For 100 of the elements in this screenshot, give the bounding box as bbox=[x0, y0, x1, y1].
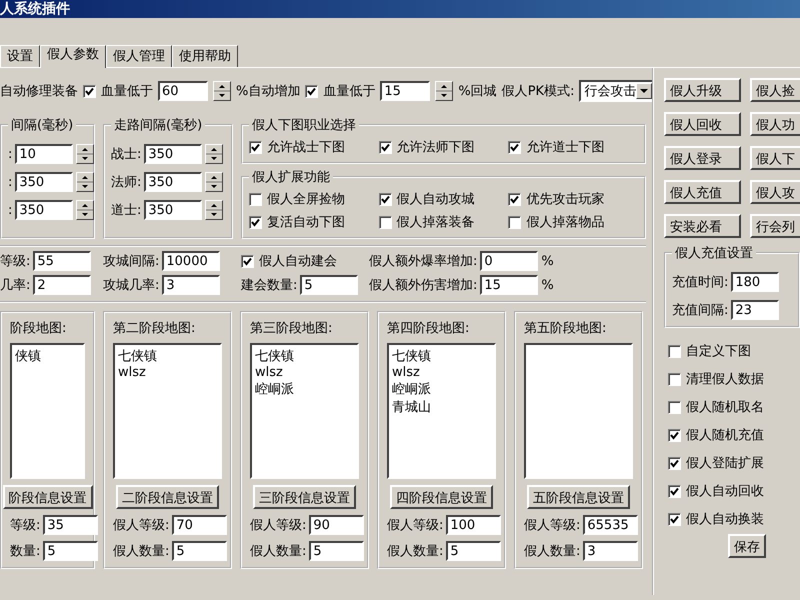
text-field[interactable]: 180 bbox=[731, 272, 780, 292]
checkbox[interactable]: 优先攻击玩家 bbox=[508, 190, 638, 208]
checkbox[interactable]: 假人自动换装 bbox=[668, 510, 800, 528]
dropdown[interactable]: 行会攻击 bbox=[579, 80, 654, 102]
spin-button[interactable] bbox=[205, 144, 224, 164]
text-field[interactable]: 55 bbox=[33, 251, 92, 271]
text-field[interactable]: 3 bbox=[583, 541, 638, 561]
text-field[interactable]: 70 bbox=[172, 515, 228, 535]
spin-button[interactable] bbox=[205, 200, 224, 220]
list-item[interactable]: 七侠镇 bbox=[118, 347, 217, 365]
tab[interactable]: 假人参数 bbox=[40, 45, 106, 68]
checkbox[interactable]: 假人掉落物品 bbox=[508, 213, 638, 231]
action-button[interactable]: 假人攻 bbox=[750, 180, 800, 204]
text-field[interactable]: 35 bbox=[43, 515, 98, 535]
text-field[interactable]: 15 bbox=[380, 81, 430, 101]
list-item[interactable]: 青城山 bbox=[392, 398, 491, 416]
spin-button[interactable] bbox=[76, 144, 94, 164]
field-label: 建会数量: bbox=[241, 277, 298, 294]
map-list[interactable]: 七侠镇 wlsz 崆峒派 青城山 bbox=[387, 343, 496, 479]
text-field[interactable]: 2 bbox=[33, 275, 92, 295]
text-field[interactable]: 65535 bbox=[583, 515, 638, 535]
list-item[interactable]: 七侠镇 bbox=[255, 347, 354, 365]
field-label: 假人等级: bbox=[113, 517, 170, 534]
checkbox[interactable]: 假人自动攻城 bbox=[378, 190, 508, 208]
checkbox[interactable]: 清理假人数据 bbox=[668, 370, 800, 388]
checkbox[interactable]: 自定义下图 bbox=[668, 342, 800, 360]
map-list[interactable]: 七侠镇 wlsz bbox=[113, 343, 222, 479]
text-field[interactable]: 100 bbox=[446, 515, 502, 535]
checkbox[interactable]: 假人掉落装备 bbox=[378, 213, 508, 231]
field-label: 假人等级: bbox=[250, 517, 306, 534]
text-field[interactable]: 10 bbox=[15, 144, 74, 164]
action-button[interactable]: 假人登录 bbox=[664, 146, 741, 170]
spin-button[interactable] bbox=[205, 172, 224, 192]
text-field[interactable]: 5 bbox=[172, 541, 228, 561]
text-field[interactable]: 350 bbox=[15, 200, 74, 220]
checkbox[interactable]: 假人全屏捡物 bbox=[249, 190, 379, 208]
checkbox[interactable]: 允许道士下图 bbox=[508, 138, 638, 156]
text-field[interactable]: 23 bbox=[731, 300, 780, 320]
spin-button[interactable] bbox=[213, 81, 231, 101]
settings-button[interactable]: 三阶段信息设置 bbox=[253, 485, 356, 509]
settings-button[interactable]: 四阶段信息设置 bbox=[390, 485, 493, 509]
save-button[interactable]: 保存 bbox=[728, 534, 766, 558]
action-button[interactable]: 行会列 bbox=[750, 214, 800, 238]
checkbox[interactable]: 允许战士下图 bbox=[249, 138, 379, 156]
text-field[interactable]: 90 bbox=[309, 515, 364, 535]
field-label: 假人数量: bbox=[524, 543, 580, 560]
text-field[interactable]: 0 bbox=[480, 251, 538, 271]
list-item[interactable]: wlsz bbox=[255, 365, 354, 380]
tab[interactable]: 假人管理 bbox=[106, 45, 172, 67]
action-button[interactable]: 假人功 bbox=[750, 112, 800, 136]
checkbox[interactable]: 假人随机取名 bbox=[668, 398, 800, 416]
text-field[interactable]: 10000 bbox=[162, 251, 220, 271]
field-label: 攻城几率: bbox=[103, 277, 160, 294]
checkbox[interactable]: 假人登陆扩展 bbox=[668, 454, 800, 472]
list-item[interactable]: 崆峒派 bbox=[392, 380, 491, 398]
tab[interactable]: 使用帮助 bbox=[172, 45, 238, 67]
list-item[interactable]: 侠镇 bbox=[15, 347, 80, 365]
action-button[interactable]: 假人升级 bbox=[664, 78, 741, 102]
tab[interactable]: 设置 bbox=[0, 45, 40, 67]
checkbox[interactable]: 假人自动建会 bbox=[241, 252, 337, 270]
text-field[interactable]: 350 bbox=[15, 172, 74, 192]
list-item[interactable]: 崆峒派 bbox=[255, 380, 354, 398]
spin-button[interactable] bbox=[435, 81, 454, 101]
checkbox[interactable]: 复活自动下图 bbox=[249, 213, 379, 231]
text-field[interactable]: 60 bbox=[158, 81, 208, 101]
action-button[interactable]: 假人下 bbox=[750, 146, 800, 170]
stage-title: 阶段地图: bbox=[10, 320, 68, 337]
unit-label: % bbox=[541, 254, 554, 268]
check-icon bbox=[85, 86, 94, 96]
field-label: : bbox=[8, 174, 12, 190]
check-icon bbox=[670, 514, 679, 524]
checkbox[interactable]: 血量低于 bbox=[83, 82, 153, 100]
map-list[interactable] bbox=[524, 343, 633, 479]
settings-button[interactable]: 二阶段信息设置 bbox=[116, 485, 219, 509]
action-button[interactable]: 安装必看 bbox=[664, 214, 741, 238]
text-field[interactable]: 350 bbox=[144, 144, 202, 164]
checkbox[interactable]: 允许法师下图 bbox=[378, 138, 508, 156]
text-field[interactable]: 5 bbox=[446, 541, 502, 561]
settings-button[interactable]: 阶段信息设置 bbox=[2, 485, 92, 509]
action-button[interactable]: 假人捡 bbox=[750, 78, 800, 102]
text-field[interactable]: 350 bbox=[144, 172, 202, 192]
checkbox[interactable]: 假人随机充值 bbox=[668, 426, 800, 444]
list-item[interactable]: wlsz bbox=[392, 365, 491, 380]
text-field[interactable]: 15 bbox=[480, 275, 538, 295]
text-field[interactable]: 3 bbox=[162, 275, 220, 295]
map-list[interactable]: 七侠镇 wlsz 崆峒派 bbox=[250, 343, 359, 479]
spin-button[interactable] bbox=[76, 200, 94, 220]
text-field[interactable]: 5 bbox=[309, 541, 364, 561]
action-button[interactable]: 假人充值 bbox=[664, 180, 741, 204]
text-field[interactable]: 5 bbox=[43, 541, 98, 561]
map-list[interactable]: 侠镇 bbox=[10, 343, 85, 479]
list-item[interactable]: 七侠镇 bbox=[392, 347, 491, 365]
checkbox[interactable]: 假人自动回收 bbox=[668, 482, 800, 500]
text-field[interactable]: 350 bbox=[144, 200, 202, 220]
action-button[interactable]: 假人回收 bbox=[664, 112, 741, 136]
spin-button[interactable] bbox=[76, 172, 94, 192]
list-item[interactable]: wlsz bbox=[118, 365, 217, 380]
text-field[interactable]: 5 bbox=[300, 275, 358, 295]
checkbox[interactable]: 血量低于 bbox=[305, 82, 376, 100]
settings-button[interactable]: 五阶段信息设置 bbox=[527, 485, 630, 509]
